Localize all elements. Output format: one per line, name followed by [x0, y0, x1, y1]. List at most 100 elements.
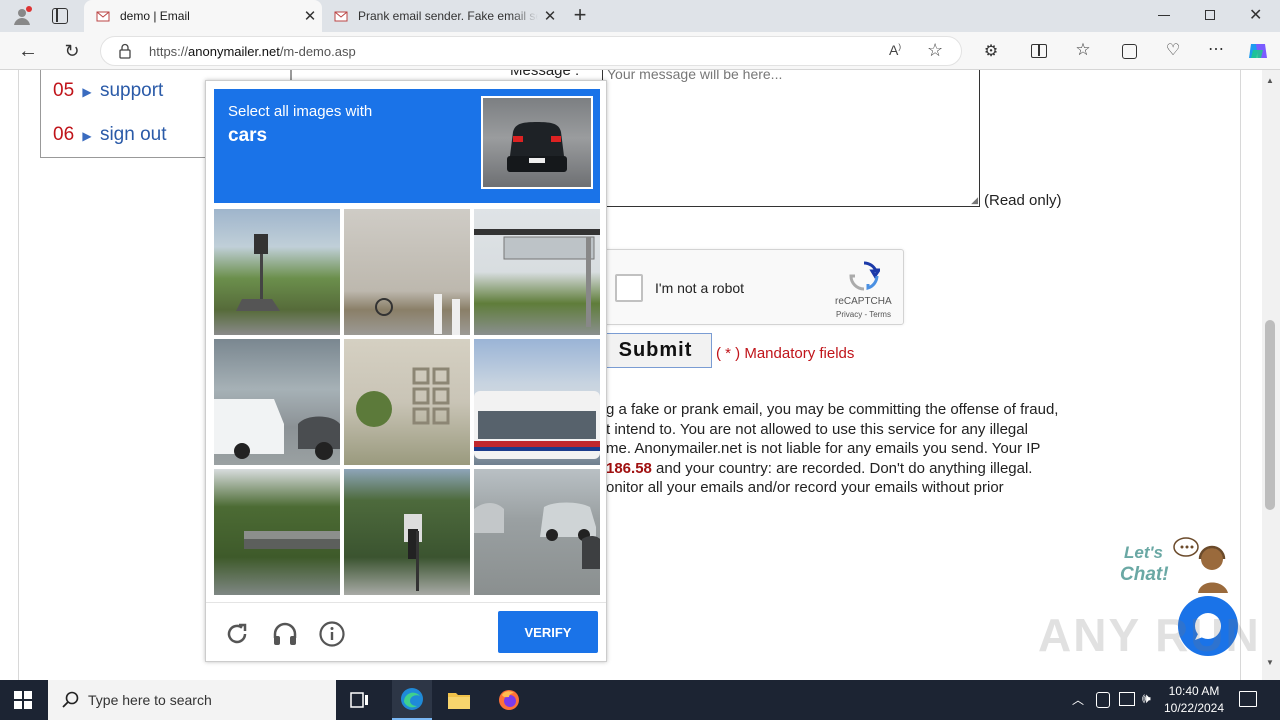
disclaimer-line: 186.58 and your country: are recorded. D… — [606, 459, 1086, 479]
tab-bar: demo | Email ✕ Prank email sender. Fake … — [0, 0, 1280, 32]
submit-button[interactable]: Submit — [600, 333, 712, 368]
tab-title: Prank email sender. Fake email se — [358, 9, 538, 23]
challenge-object: cars — [228, 125, 268, 146]
captcha-tile[interactable] — [214, 339, 340, 465]
nav-item-label: sign out — [99, 124, 167, 145]
minimize-icon[interactable] — [1158, 15, 1170, 16]
clock-date: 10/22/2024 — [1163, 701, 1225, 715]
tab-title: demo | Email — [120, 9, 190, 23]
captcha-tile[interactable] — [474, 469, 600, 595]
captcha-tile[interactable] — [214, 209, 340, 335]
tab-actions-icon[interactable] — [52, 8, 68, 24]
main-frame-left-border — [18, 70, 19, 680]
site-favicon-icon — [96, 9, 110, 23]
extensions-icon[interactable]: ⚙ — [980, 40, 1002, 62]
sample-car-image — [481, 96, 593, 189]
read-only-note: (Read only) — [984, 192, 1062, 209]
recaptcha-brand: reCAPTCHA — [835, 296, 892, 307]
reload-challenge-icon[interactable] — [224, 621, 250, 647]
challenge-prompt: Select all images with — [228, 103, 373, 120]
captcha-tile[interactable] — [344, 209, 470, 335]
audio-challenge-icon[interactable] — [271, 620, 299, 648]
url-domain: anonymailer.net — [188, 44, 280, 59]
nav-arrow-icon: ▶ — [82, 85, 92, 99]
favorite-star-icon[interactable]: ☆ — [927, 40, 943, 61]
nav-arrow-icon: ▶ — [82, 129, 92, 143]
refresh-icon[interactable]: ↻ — [60, 40, 84, 62]
show-hidden-icons-icon[interactable]: ︿ — [1072, 691, 1084, 708]
browser-essentials-icon[interactable]: ♡ — [1162, 39, 1184, 61]
captcha-tile[interactable] — [344, 339, 470, 465]
read-aloud-icon[interactable]: A) — [889, 42, 901, 58]
nav-item-support[interactable]: 05 ▶ support — [53, 80, 163, 102]
challenge-header: Select all images with cars — [214, 89, 600, 203]
collections-icon[interactable] — [1118, 40, 1140, 62]
lock-icon[interactable] — [119, 43, 131, 59]
scroll-down-icon[interactable]: ▼ — [1266, 658, 1274, 667]
tray-device-icon[interactable] — [1096, 692, 1110, 708]
verify-button[interactable]: VERIFY — [498, 611, 598, 653]
tab-prank-email[interactable]: Prank email sender. Fake email se ✕ — [322, 0, 562, 32]
disclaimer: g a fake or prank email, you may be comm… — [606, 400, 1086, 498]
task-view-icon[interactable] — [350, 692, 370, 708]
more-menu-icon[interactable]: ⋯ — [1205, 38, 1227, 60]
edge-taskbar-icon[interactable] — [392, 680, 432, 720]
recaptcha-checkbox[interactable] — [615, 274, 643, 302]
scroll-up-icon[interactable]: ▲ — [1266, 76, 1274, 85]
url-text: https://anonymailer.net/m-demo.asp — [149, 44, 356, 59]
browser-toolbar: ← ↻ https://anonymailer.net/m-demo.asp A… — [0, 32, 1280, 70]
message-label: Message : — [510, 70, 580, 79]
back-icon[interactable]: ← — [16, 40, 40, 62]
tab-demo-email[interactable]: demo | Email ✕ — [84, 0, 322, 32]
nav-item-sign-out[interactable]: 06 ▶ sign out — [53, 124, 166, 146]
captcha-tile[interactable] — [344, 469, 470, 595]
firefox-icon[interactable] — [498, 689, 520, 711]
favorites-icon[interactable]: ☆ — [1072, 39, 1094, 61]
chat-agent-icon — [1170, 535, 1240, 595]
recaptcha-links[interactable]: Privacy - Terms — [836, 310, 891, 319]
taskbar-search-box[interactable]: Type here to search — [48, 680, 336, 720]
captcha-tile[interactable] — [214, 469, 340, 595]
scrollbar-thumb[interactable] — [1265, 320, 1275, 510]
taskbar: Type here to search ︿ 🕪 10:40 AM 10/22/2… — [0, 680, 1280, 720]
notifications-icon[interactable] — [1239, 691, 1257, 707]
close-tab-icon[interactable]: ✕ — [538, 7, 562, 25]
url-path: /m-demo.asp — [279, 44, 356, 59]
verify-label: VERIFY — [524, 624, 572, 640]
recaptcha-widget: I'm not a robot reCAPTCHA Privacy - Term… — [602, 249, 904, 325]
disclaimer-line-text: and your country: are recorded. Don't do… — [651, 459, 1033, 477]
new-tab-icon[interactable]: + — [568, 4, 592, 28]
page-content: 05 ▶ support 06 ▶ sign out Message : You… — [0, 70, 1262, 680]
ip-address: 186.58 — [606, 459, 652, 477]
captcha-tile[interactable] — [474, 339, 600, 465]
network-icon[interactable] — [1119, 692, 1135, 706]
copilot-icon[interactable] — [1246, 40, 1270, 62]
nav-item-number: 06 — [53, 124, 75, 145]
clock-time: 10:40 AM — [1168, 684, 1220, 698]
close-tab-icon[interactable]: ✕ — [298, 7, 322, 25]
lets-chat-badge[interactable]: Let's Chat! — [1118, 535, 1242, 597]
clock[interactable]: 10:40 AM 10/22/2024 — [1162, 683, 1226, 717]
address-bar[interactable]: https://anonymailer.net/m-demo.asp A) ☆ — [100, 36, 962, 66]
chat-text-1: Let's — [1124, 543, 1163, 562]
volume-icon[interactable]: 🕪 — [1142, 690, 1151, 707]
disclaimer-line: onitor all your emails and/or record you… — [606, 479, 1004, 496]
site-favicon-icon — [334, 9, 348, 23]
start-windows-icon[interactable] — [14, 691, 32, 709]
nav-item-label: support — [99, 80, 164, 101]
mandatory-note: ( * ) Mandatory fields — [716, 345, 855, 362]
profile-icon[interactable] — [12, 6, 32, 26]
message-textarea: Your message will be here... ◢ — [602, 70, 980, 207]
nav-item-number: 05 — [53, 80, 75, 101]
close-window-icon[interactable]: ✕ — [1249, 5, 1265, 25]
form-divider — [290, 70, 291, 80]
search-icon — [62, 691, 80, 709]
file-explorer-icon[interactable] — [448, 691, 470, 709]
submit-label: Submit — [618, 339, 693, 361]
resize-handle-icon[interactable]: ◢ — [971, 195, 978, 206]
restore-icon[interactable] — [1205, 10, 1215, 20]
split-screen-icon[interactable] — [1028, 41, 1050, 61]
info-icon[interactable] — [318, 620, 346, 648]
message-placeholder: Your message will be here... — [607, 70, 783, 82]
captcha-tile[interactable] — [474, 209, 600, 335]
